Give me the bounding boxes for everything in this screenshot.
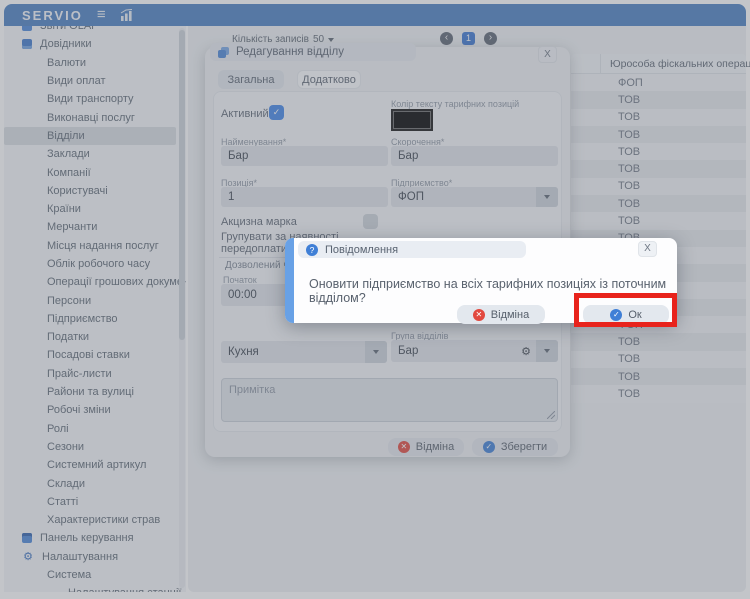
cancel-icon: ✕ (473, 309, 485, 321)
modal-cancel-label: Відміна (491, 309, 529, 321)
annotation-highlight-box (574, 293, 677, 327)
modal-accent-bar (285, 238, 294, 323)
modal-cancel-button[interactable]: ✕ Відміна (457, 305, 545, 324)
modal-title-pill: ? Повідомлення (298, 241, 526, 258)
app-window: SERVIO ≡ Звіти OLAPДовідникиВалютиВиди о… (0, 0, 750, 599)
info-icon: ? (306, 244, 318, 256)
modal-title: Повідомлення (325, 244, 398, 256)
modal-close-button[interactable]: X (638, 241, 657, 257)
